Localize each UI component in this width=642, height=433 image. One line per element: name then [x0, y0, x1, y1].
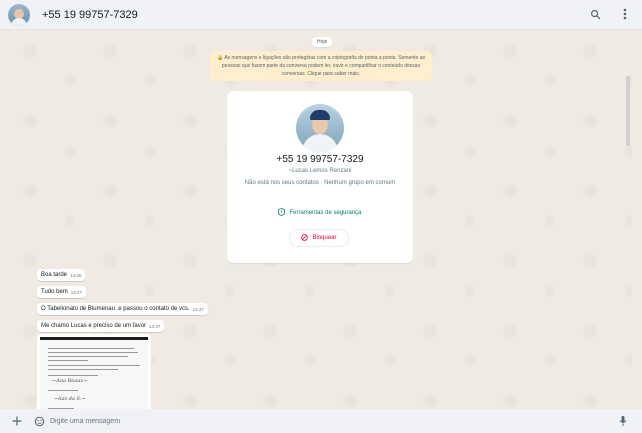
chat-area: Hoje 🔒 As mensagens e ligações são prote… [10, 31, 632, 409]
contact-name: ~Lucas Lemos Renzani [288, 168, 352, 174]
message-time: 14:46 [70, 273, 82, 278]
sticker-icon[interactable] [32, 414, 46, 428]
message-time: 14:47 [149, 324, 161, 329]
day-chip: Hoje [312, 37, 333, 47]
scrollbar[interactable] [626, 76, 630, 146]
block-icon [301, 233, 309, 243]
safety-tools-label: Ferramentas de segurança [289, 210, 362, 216]
image-message[interactable]: ~Ana Beaux~ ~luis da S.~ [37, 334, 151, 409]
safety-tools-button[interactable]: Ferramentas de segurança [227, 208, 413, 218]
chat-header: +55 19 99757-7329 [0, 0, 642, 30]
encryption-notice[interactable]: 🔒 As mensagens e ligações são protegidas… [210, 51, 432, 81]
message-text: Me chamo Lucas e preciso de um favor [41, 323, 147, 329]
mic-icon[interactable] [616, 414, 630, 428]
message-text: O Tabelionato de Blumenau .e passou o co… [41, 306, 190, 312]
shield-icon [278, 208, 286, 218]
plus-icon[interactable] [10, 414, 24, 428]
message-bubble[interactable]: Me chamo Lucas e preciso de um favor 14:4… [37, 320, 165, 332]
contact-info-card: +55 19 99757-7329 ~Lucas Lemos Renzani N… [227, 91, 413, 263]
message-time: 14:47 [192, 307, 204, 312]
message-input[interactable] [50, 413, 610, 429]
message-bubble[interactable]: Boa tarde 14:46 [37, 269, 86, 281]
message-composer [0, 409, 642, 433]
contact-info: Não está nos seus contatos · Nenhum grup… [244, 180, 396, 186]
message-text: Tudo bem [41, 289, 68, 295]
document-photo: ~Ana Beaux~ ~luis da S.~ [40, 337, 148, 409]
message-time: 14:47 [70, 290, 83, 295]
message-bubble[interactable]: Tudo bem 14:47 [37, 286, 87, 298]
menu-icon[interactable] [618, 7, 632, 21]
contact-photo[interactable] [296, 104, 344, 152]
contact-title[interactable]: +55 19 99757-7329 [42, 9, 138, 21]
message-bubble[interactable]: O Tabelionato de Blumenau .e passou o co… [37, 303, 208, 315]
block-label: Bloquear [312, 235, 337, 241]
search-icon[interactable] [588, 7, 602, 21]
message-text: Boa tarde [41, 272, 68, 278]
contact-phone: +55 19 99757-7329 [276, 154, 364, 165]
contact-avatar[interactable] [8, 3, 30, 26]
block-button[interactable]: Bloquear [289, 229, 349, 247]
